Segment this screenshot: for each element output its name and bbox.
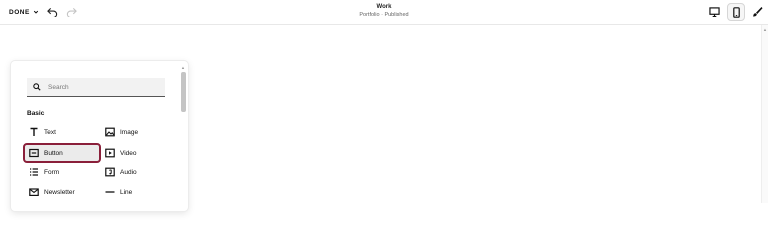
paintbrush-icon [753, 7, 763, 17]
form-icon [28, 166, 40, 178]
block-form[interactable]: Form [28, 162, 59, 182]
audio-icon [104, 166, 116, 178]
desktop-view-button[interactable] [706, 4, 722, 20]
search-input[interactable] [46, 82, 160, 92]
block-label: Text [44, 128, 56, 136]
block-label: Newsletter [44, 188, 75, 196]
block-search[interactable] [27, 78, 165, 97]
scroll-up-icon: ▲ [181, 65, 185, 70]
search-icon [33, 83, 41, 91]
block-line[interactable]: Line [104, 182, 132, 202]
newsletter-icon [28, 186, 40, 198]
line-icon [104, 186, 116, 198]
block-label: Audio [120, 168, 137, 176]
text-icon [28, 126, 40, 138]
block-label: Form [44, 168, 60, 176]
block-image[interactable]: Image [104, 122, 138, 142]
undo-button[interactable] [46, 6, 58, 18]
video-icon [104, 147, 116, 159]
chevron-down-icon [33, 10, 38, 14]
block-button[interactable]: Button [23, 143, 101, 163]
block-label: Button [44, 149, 63, 157]
image-icon [104, 126, 116, 138]
button-icon [28, 147, 40, 159]
section-heading: Basic [27, 110, 45, 117]
scrollbar-thumb[interactable] [181, 72, 186, 112]
redo-icon [66, 7, 77, 17]
block-audio[interactable]: Audio [104, 162, 137, 182]
mobile-view-button[interactable] [727, 3, 745, 21]
scroll-up-icon: ▲ [763, 27, 767, 32]
panel-scrollbar[interactable]: ▲ [180, 66, 186, 206]
block-video[interactable]: Video [104, 143, 137, 163]
block-text[interactable]: Text [28, 122, 56, 142]
page-title: Work [376, 4, 392, 10]
done-button[interactable]: DONE [9, 6, 39, 18]
editor-toolbar: DONE Work Portfolio · Published [0, 0, 768, 25]
site-styles-button[interactable] [749, 4, 765, 20]
redo-button[interactable] [65, 6, 77, 18]
page-scrollbar[interactable]: ▲ [761, 25, 768, 203]
desktop-icon [708, 7, 720, 17]
block-newsletter[interactable]: Newsletter [28, 182, 75, 202]
page-status: Portfolio · Published [359, 12, 409, 18]
block-label: Line [120, 188, 133, 196]
mobile-icon [732, 6, 740, 18]
done-label: DONE [9, 8, 30, 16]
page-title-block: Work Portfolio · Published [334, 3, 434, 19]
block-label: Video [120, 149, 137, 157]
block-label: Image [120, 128, 139, 136]
undo-icon [46, 7, 57, 17]
